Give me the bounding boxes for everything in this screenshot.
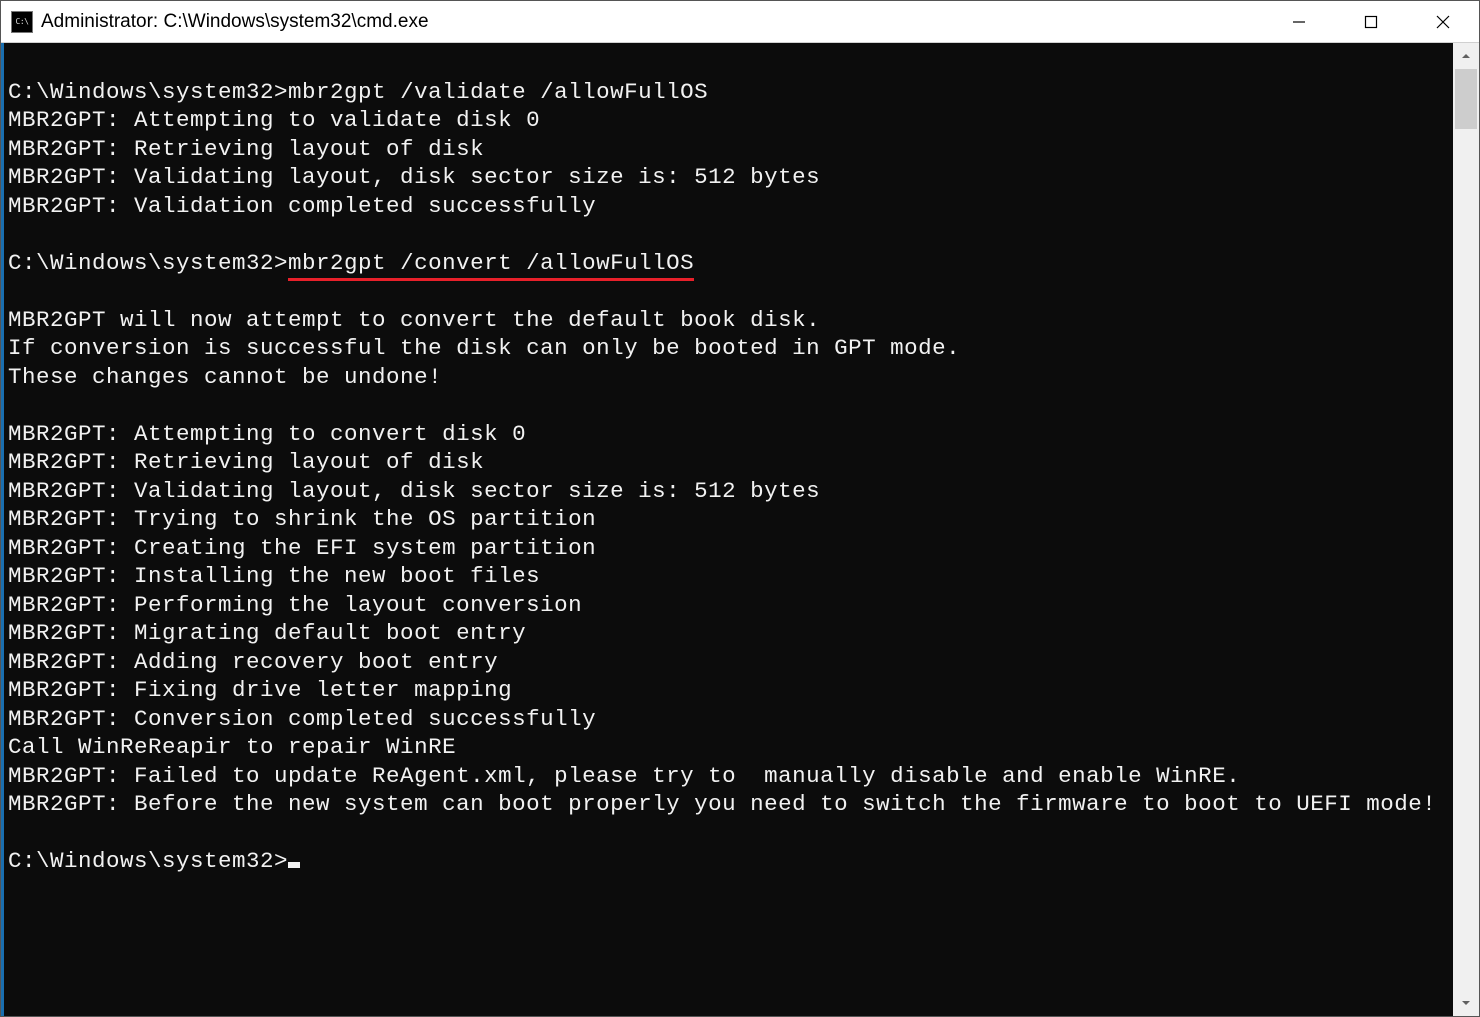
minimize-icon	[1292, 15, 1306, 29]
console-line: MBR2GPT: Adding recovery boot entry	[8, 648, 1453, 677]
command-text: mbr2gpt /convert /allowFullOS	[288, 250, 694, 281]
blank-line	[8, 819, 1453, 848]
console-line: MBR2GPT will now attempt to convert the …	[8, 306, 1453, 335]
vertical-scrollbar[interactable]	[1453, 43, 1479, 1016]
prompt-current: C:\Windows\system32>	[8, 847, 1453, 876]
cmd-app-icon	[11, 11, 33, 33]
prompt-path: C:\Windows\system32>	[8, 250, 288, 276]
console-line: MBR2GPT: Validating layout, disk sector …	[8, 477, 1453, 506]
blank-line	[8, 220, 1453, 249]
console-output[interactable]: C:\Windows\system32>mbr2gpt /validate /a…	[1, 43, 1453, 1016]
prompt-convert: C:\Windows\system32>mbr2gpt /convert /al…	[8, 249, 1453, 278]
prompt-path: C:\Windows\system32>	[8, 848, 288, 874]
console-line: MBR2GPT: Creating the EFI system partiti…	[8, 534, 1453, 563]
scroll-down-button[interactable]	[1453, 990, 1479, 1016]
scroll-up-icon	[1461, 51, 1471, 61]
command-text: mbr2gpt /validate /allowFullOS	[288, 79, 708, 105]
client-area: C:\Windows\system32>mbr2gpt /validate /a…	[1, 43, 1479, 1016]
console-line: MBR2GPT: Attempting to convert disk 0	[8, 420, 1453, 449]
console-line: MBR2GPT: Attempting to validate disk 0	[8, 106, 1453, 135]
console-line: Call WinReReapir to repair WinRE	[8, 733, 1453, 762]
console-line: MBR2GPT: Validation completed successful…	[8, 192, 1453, 221]
maximize-button[interactable]	[1335, 1, 1407, 42]
close-icon	[1436, 15, 1450, 29]
close-button[interactable]	[1407, 1, 1479, 42]
console-line: MBR2GPT: Conversion completed successful…	[8, 705, 1453, 734]
console-line: MBR2GPT: Trying to shrink the OS partiti…	[8, 505, 1453, 534]
window-title: Administrator: C:\Windows\system32\cmd.e…	[41, 11, 429, 33]
blank-line	[8, 49, 1453, 78]
console-line: MBR2GPT: Performing the layout conversio…	[8, 591, 1453, 620]
console-line: MBR2GPT: Migrating default boot entry	[8, 619, 1453, 648]
scrollbar-track[interactable]	[1453, 69, 1479, 990]
scroll-down-icon	[1461, 998, 1471, 1008]
console-line: MBR2GPT: Before the new system can boot …	[8, 790, 1453, 819]
console-line: MBR2GPT: Installing the new boot files	[8, 562, 1453, 591]
titlebar[interactable]: Administrator: C:\Windows\system32\cmd.e…	[1, 1, 1479, 43]
command-prompt-window: Administrator: C:\Windows\system32\cmd.e…	[0, 0, 1480, 1017]
scrollbar-thumb[interactable]	[1455, 69, 1477, 129]
scroll-up-button[interactable]	[1453, 43, 1479, 69]
blank-line	[8, 391, 1453, 420]
console-line: MBR2GPT: Validating layout, disk sector …	[8, 163, 1453, 192]
minimize-button[interactable]	[1263, 1, 1335, 42]
console-line: MBR2GPT: Fixing drive letter mapping	[8, 676, 1453, 705]
window-controls	[1263, 1, 1479, 42]
console-line: MBR2GPT: Failed to update ReAgent.xml, p…	[8, 762, 1453, 791]
prompt-validate: C:\Windows\system32>mbr2gpt /validate /a…	[8, 78, 1453, 107]
console-line: MBR2GPT: Retrieving layout of disk	[8, 135, 1453, 164]
text-cursor	[288, 862, 300, 868]
maximize-icon	[1364, 15, 1378, 29]
prompt-path: C:\Windows\system32>	[8, 79, 288, 105]
blank-line	[8, 277, 1453, 306]
console-line: If conversion is successful the disk can…	[8, 334, 1453, 363]
console-line: MBR2GPT: Retrieving layout of disk	[8, 448, 1453, 477]
console-line: These changes cannot be undone!	[8, 363, 1453, 392]
